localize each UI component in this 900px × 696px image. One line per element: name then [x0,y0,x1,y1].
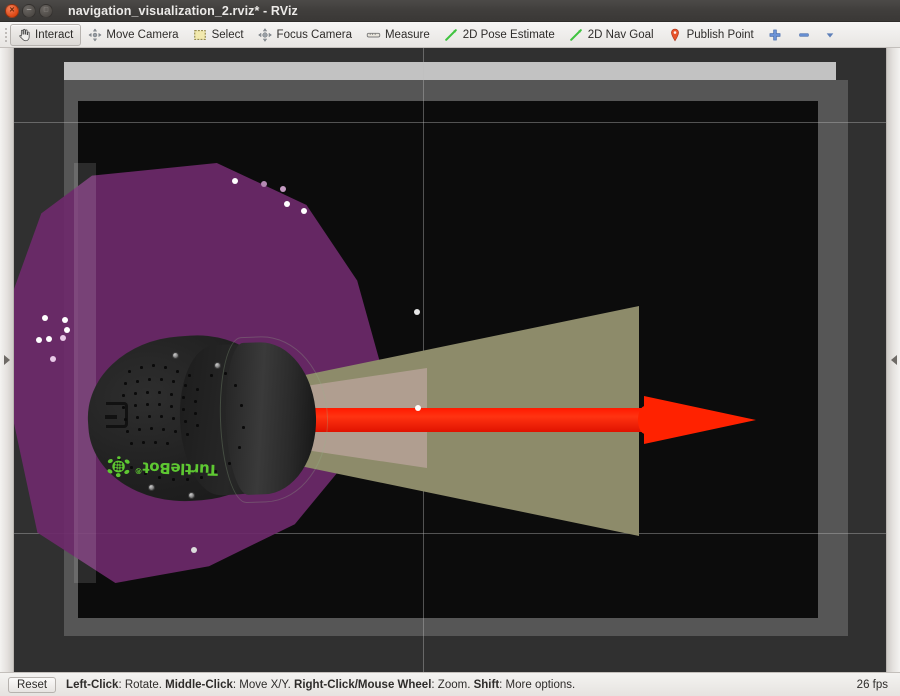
grid-line-horizontal [14,122,886,123]
tool-measure-label: Measure [384,28,430,41]
tool-focus-camera-label: Focus Camera [276,28,352,41]
nav-goal-arrow-icon [569,27,584,42]
tool-move-camera-button[interactable]: Move Camera [81,24,186,46]
laser-point [284,201,290,207]
chevron-right-icon [3,355,10,365]
tool-move-camera-label: Move Camera [106,28,179,41]
central-area: TurtleBot® [0,48,900,672]
move-camera-icon [87,27,102,42]
map-pin-icon [668,27,683,42]
turtlebot-robot-model: TurtleBot® [82,329,331,508]
window-titlebar: × − □ navigation_visualization_2.rviz* -… [0,0,900,22]
main-toolbar: Interact Move Camera Select Focus Camera… [0,22,900,48]
fps-counter: 26 fps [856,678,888,691]
window-maximize-button[interactable]: □ [39,3,53,18]
laser-point [60,335,66,341]
rviz-window: × − □ navigation_visualization_2.rviz* -… [0,0,900,696]
window-title: navigation_visualization_2.rviz* - RViz [68,3,298,18]
laser-point [232,178,238,184]
robot-screw [214,362,221,369]
add-tool-button[interactable] [762,24,791,46]
window-minimize-button[interactable]: − [22,3,36,18]
window-close-button[interactable]: × [5,3,19,18]
reset-button[interactable]: Reset [8,676,57,693]
laser-point [414,309,420,315]
laser-point [415,405,421,411]
robot-screw [172,352,179,359]
tool-select-label: Select [211,28,244,41]
left-dock-expand-handle[interactable] [0,48,14,672]
3d-render-view[interactable]: TurtleBot® [14,48,886,672]
hint-key-middle-click: Middle-Click [165,678,233,691]
tool-select-button[interactable]: Select [187,24,252,46]
laser-point [50,356,56,362]
hint-key-left-click: Left-Click [66,678,119,691]
tool-publish-point-label: Publish Point [686,28,754,41]
robot-collision-outline [217,334,331,504]
hint-key-right-click: Right-Click/Mouse Wheel [294,678,432,691]
laser-point [62,317,68,323]
laser-point [64,327,70,333]
turtlebot-logo-label: TurtleBot® [134,458,219,479]
minimize-icon: − [26,4,32,15]
measure-icon [366,27,381,42]
chevron-left-icon [890,355,897,365]
turtlebot-logo: TurtleBot® [105,446,218,490]
hint-text-shift: More options. [505,678,576,691]
tool-publish-point-button[interactable]: Publish Point [662,24,762,46]
tool-2d-nav-goal-label: 2D Nav Goal [587,28,654,41]
turtle-glyph-icon [107,456,130,478]
laser-point [46,336,52,342]
status-bar: Reset Left-Click: Rotate. Middle-Click: … [0,672,900,696]
laser-point [191,547,197,553]
chevron-down-icon [825,27,835,42]
toolbar-drag-handle[interactable] [2,26,9,44]
toolbar-overflow-button[interactable] [820,24,840,46]
plus-icon [768,27,783,42]
hint-key-shift: Shift [473,678,500,691]
laser-point [261,181,267,187]
tool-2d-pose-estimate-label: 2D Pose Estimate [462,28,555,41]
tool-interact-label: Interact [35,28,74,41]
close-icon: × [9,4,15,15]
hint-text-left-click: Rotate. [124,678,162,691]
robot-screw [188,492,195,499]
robot-handle-slot [105,402,128,428]
laser-point [36,337,42,343]
hint-text-middle-click: Move X/Y. [239,678,291,691]
pose-arrow-icon [444,27,459,42]
tool-2d-pose-estimate-button[interactable]: 2D Pose Estimate [438,24,563,46]
minus-icon [797,27,812,42]
nav-goal-arrow-head [644,396,756,444]
nav-goal-arrow-shaft [298,408,646,432]
remove-tool-button[interactable] [791,24,820,46]
hand-icon [16,27,31,42]
laser-point [301,208,307,214]
tool-focus-camera-button[interactable]: Focus Camera [252,24,360,46]
laser-point [42,315,48,321]
maximize-icon: □ [43,6,49,14]
tool-2d-nav-goal-button[interactable]: 2D Nav Goal [563,24,662,46]
hint-text-right-click: Zoom. [437,678,471,691]
select-rect-icon [193,27,208,42]
wall-upper-band [64,62,836,80]
tool-interact-button[interactable]: Interact [10,23,82,46]
interaction-hints: Left-Click: Rotate. Middle-Click: Move X… [66,678,576,691]
tool-measure-button[interactable]: Measure [360,24,438,46]
laser-point [280,186,286,192]
focus-camera-icon [258,27,273,42]
right-dock-expand-handle[interactable] [886,48,900,672]
